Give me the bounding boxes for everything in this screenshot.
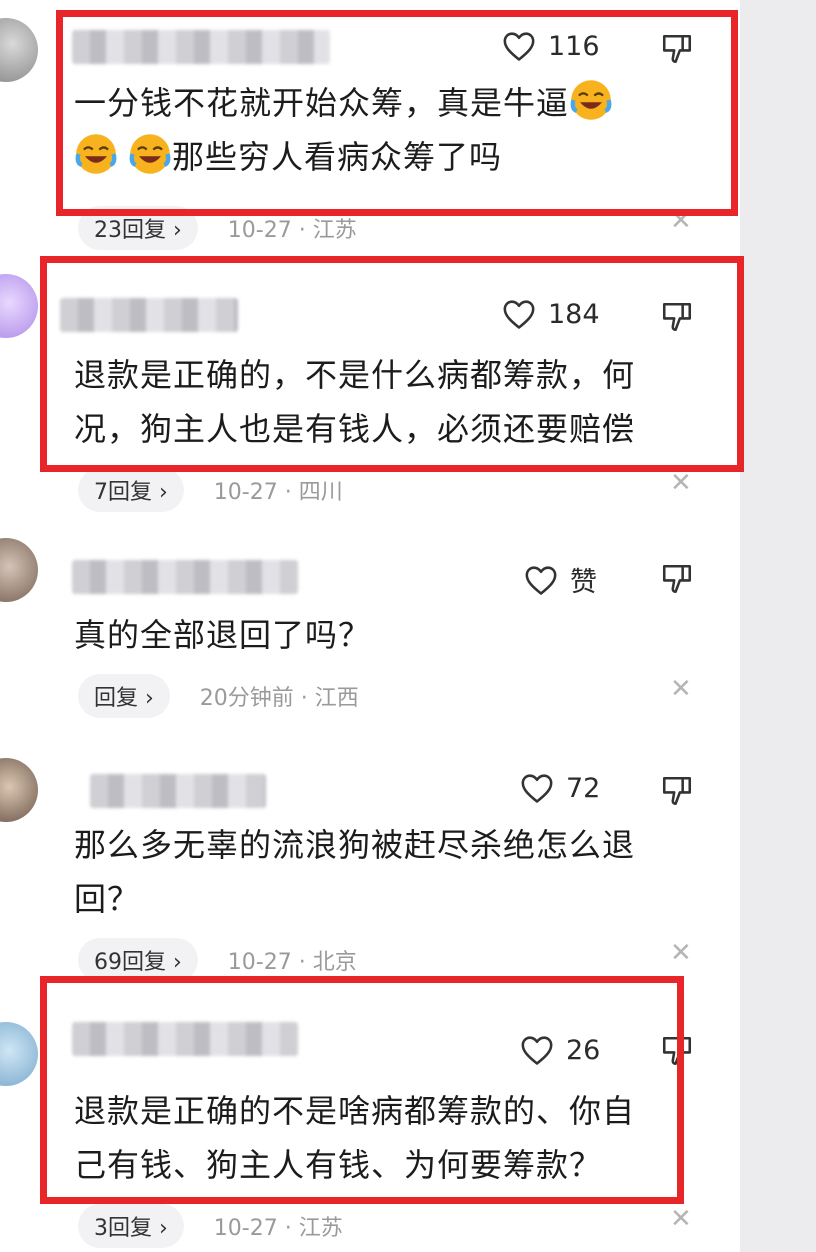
reply-button[interactable]: 3回复 ›: [78, 1204, 184, 1248]
laughing-crying-emoji: [75, 134, 117, 174]
heart-icon: [521, 1036, 553, 1065]
like-button[interactable]: 26: [520, 1034, 600, 1066]
close-icon[interactable]: ✕: [670, 206, 692, 236]
comment-line: 那些穷人看病众筹了吗: [172, 138, 503, 176]
reply-button[interactable]: 23回复 ›: [78, 206, 198, 250]
like-count: 184: [548, 298, 600, 330]
username-blurred[interactable]: [72, 1022, 298, 1056]
avatar[interactable]: [0, 274, 38, 338]
comment-line: 况，狗主人也是有钱人，必须还要赔偿: [74, 410, 636, 448]
like-count: 26: [566, 1034, 601, 1066]
close-icon[interactable]: ✕: [670, 468, 692, 498]
comment-2: 184 退款是正确的，不是什么病都筹款，何 况，狗主人也是有钱人，必须还要赔偿 …: [0, 260, 740, 512]
avatar[interactable]: [0, 1022, 38, 1086]
close-icon[interactable]: ✕: [670, 674, 692, 704]
comment-meta: 69回复 › 10-27 · 北京: [78, 938, 357, 982]
timestamp-location: 10-27 · 四川: [213, 480, 343, 505]
reply-button[interactable]: 7回复 ›: [78, 468, 184, 512]
comment-text: 退款是正确的不是啥病都筹款的、你自 己有钱、狗主人有钱、为何要筹款？: [74, 1084, 635, 1192]
comment-line: 退款是正确的，不是什么病都筹款，何: [74, 356, 636, 394]
side-strip: [740, 0, 816, 1252]
dislike-icon[interactable]: [660, 300, 694, 334]
comment-text: 退款是正确的，不是什么病都筹款，何 况，狗主人也是有钱人，必须还要赔偿: [74, 348, 635, 456]
comment-meta: 3回复 › 10-27 · 江苏: [78, 1204, 343, 1248]
heart-icon: [525, 565, 557, 595]
username-blurred[interactable]: [90, 774, 266, 808]
timestamp-location: 20分钟前 · 江西: [199, 686, 359, 711]
timestamp-location: 10-27 · 江苏: [213, 1216, 343, 1241]
comment-1: 116 一分钱不花就开始众筹，真是牛逼 那些穷人看病众筹了吗 23回复 › 10…: [0, 0, 740, 250]
like-button[interactable]: 赞: [524, 560, 597, 599]
comment-line: 退款是正确的不是啥病都筹款的、你自: [74, 1092, 636, 1130]
dislike-icon[interactable]: [660, 32, 694, 66]
dislike-icon[interactable]: [660, 1034, 694, 1068]
dislike-icon[interactable]: [660, 774, 694, 808]
comment-line: 己有钱、狗主人有钱、为何要筹款？: [74, 1146, 603, 1184]
timestamp-location: 10-27 · 江苏: [227, 218, 357, 243]
username-blurred[interactable]: [72, 30, 330, 64]
reply-button[interactable]: 69回复 ›: [78, 938, 198, 982]
username-blurred[interactable]: [60, 298, 238, 332]
username-blurred[interactable]: [72, 560, 298, 594]
like-count: 116: [548, 30, 600, 62]
comment-5: 26 退款是正确的不是啥病都筹款的、你自 己有钱、狗主人有钱、为何要筹款？ 3回…: [0, 1000, 740, 1252]
avatar[interactable]: [0, 758, 38, 822]
like-button[interactable]: 116: [502, 30, 600, 62]
timestamp-location: 10-27 · 北京: [227, 950, 357, 975]
laughing-crying-emoji: [129, 134, 171, 174]
close-icon[interactable]: ✕: [670, 938, 692, 968]
close-icon[interactable]: ✕: [670, 1204, 692, 1234]
comment-text: 真的全部退回了吗？: [74, 608, 371, 662]
heart-icon: [503, 32, 535, 61]
like-button[interactable]: 184: [502, 298, 600, 330]
comment-meta: 7回复 › 10-27 · 四川: [78, 468, 343, 512]
comment-line: 真的全部退回了吗？: [74, 616, 372, 654]
avatar[interactable]: [0, 538, 38, 602]
like-count: 赞: [570, 567, 597, 598]
avatar[interactable]: [0, 18, 38, 82]
comment-meta: 回复 › 20分钟前 · 江西: [78, 674, 359, 718]
heart-icon: [503, 300, 535, 329]
laughing-crying-emoji: [570, 80, 612, 120]
comment-3: 赞 真的全部退回了吗？ 回复 › 20分钟前 · 江西 ✕: [0, 520, 740, 740]
dislike-icon[interactable]: [660, 562, 694, 596]
comment-4: 72 那么多无辜的流浪狗被赶尽杀绝怎么退 回？ 69回复 › 10-27 · 北…: [0, 740, 740, 982]
comment-line: 一分钱不花就开始众筹，真是牛逼: [74, 84, 570, 122]
reply-button[interactable]: 回复 ›: [78, 674, 170, 718]
comment-line: 回？: [74, 880, 141, 918]
like-button[interactable]: 72: [520, 772, 600, 804]
comment-meta: 23回复 › 10-27 · 江苏: [78, 206, 357, 250]
comment-text: 那么多无辜的流浪狗被赶尽杀绝怎么退 回？: [74, 818, 635, 926]
comment-line: 那么多无辜的流浪狗被赶尽杀绝怎么退: [74, 826, 636, 864]
heart-icon: [521, 774, 553, 803]
comment-text: 一分钱不花就开始众筹，真是牛逼 那些穷人看病众筹了吗: [74, 76, 613, 184]
like-count: 72: [566, 772, 601, 804]
